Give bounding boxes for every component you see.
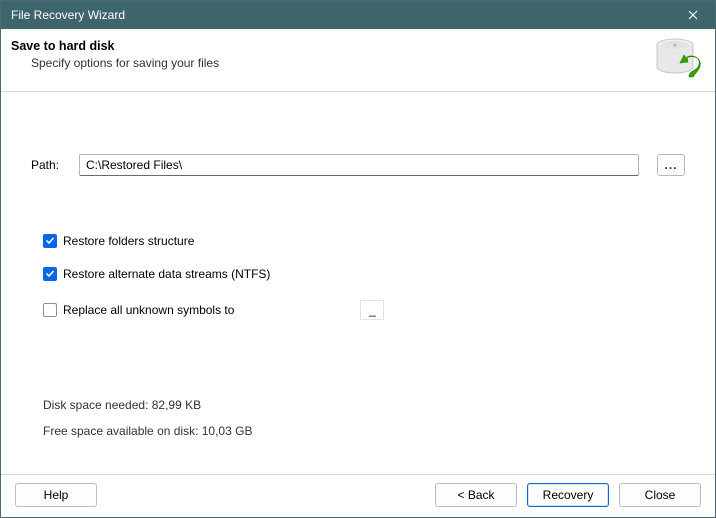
hard-disk-icon [653, 37, 701, 81]
path-label: Path: [31, 158, 61, 172]
close-icon[interactable] [671, 1, 715, 29]
restore-ads-checkbox[interactable] [43, 267, 57, 281]
option-replace-unknown: Replace all unknown symbols to [43, 300, 685, 320]
page-title: Save to hard disk [11, 39, 219, 53]
footer: Help < Back Recovery Close [1, 474, 715, 517]
disk-space-free: Free space available on disk: 10,03 GB [43, 424, 685, 438]
body: Path: ... Restore folders structure Rest… [1, 92, 715, 474]
close-button[interactable]: Close [619, 483, 701, 507]
help-button[interactable]: Help [15, 483, 97, 507]
header: Save to hard disk Specify options for sa… [1, 29, 715, 92]
path-input[interactable] [79, 154, 639, 176]
window: File Recovery Wizard Save to hard disk S… [0, 0, 716, 518]
window-title: File Recovery Wizard [11, 8, 125, 22]
replace-symbol-input[interactable] [360, 300, 384, 320]
replace-unknown-label: Replace all unknown symbols to [63, 303, 234, 317]
path-row: Path: ... [31, 154, 685, 176]
titlebar: File Recovery Wizard [1, 1, 715, 29]
options: Restore folders structure Restore altern… [31, 234, 685, 320]
recovery-button[interactable]: Recovery [527, 483, 609, 507]
restore-folders-label: Restore folders structure [63, 234, 194, 248]
header-text: Save to hard disk Specify options for sa… [11, 37, 219, 70]
back-button[interactable]: < Back [435, 483, 517, 507]
restore-folders-checkbox[interactable] [43, 234, 57, 248]
replace-unknown-checkbox[interactable] [43, 303, 57, 317]
option-restore-ads: Restore alternate data streams (NTFS) [43, 267, 685, 281]
page-subtitle: Specify options for saving your files [11, 56, 219, 70]
disk-space-needed: Disk space needed: 82,99 KB [43, 398, 685, 412]
footer-right: < Back Recovery Close [435, 483, 701, 507]
option-restore-folders: Restore folders structure [43, 234, 685, 248]
restore-ads-label: Restore alternate data streams (NTFS) [63, 267, 270, 281]
disk-info: Disk space needed: 82,99 KB Free space a… [31, 398, 685, 438]
browse-button[interactable]: ... [657, 154, 685, 176]
